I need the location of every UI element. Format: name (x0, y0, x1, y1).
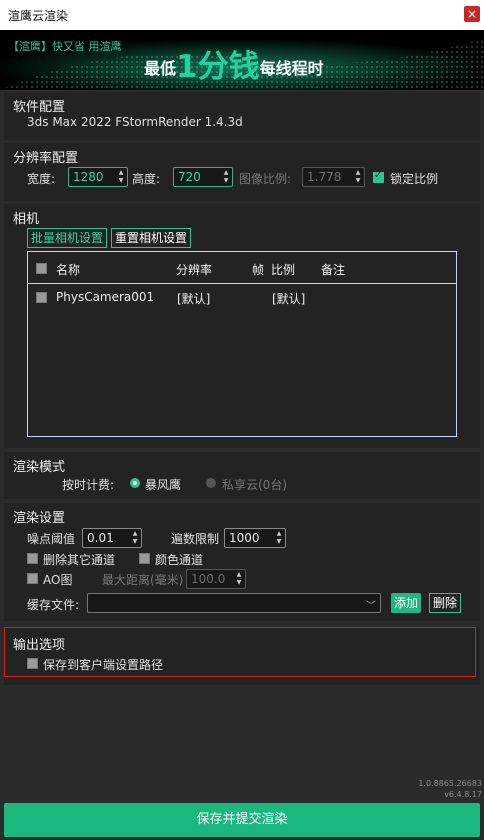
width-label: 宽度: (27, 172, 56, 186)
reset-camera-settings-button[interactable]: 重置相机设置 (111, 228, 192, 248)
resolution-heading: 分辨率配置 (13, 151, 79, 166)
render-mode-heading: 渲染模式 (13, 460, 66, 475)
title-bar: 渲鹰云渲染 × (0, 0, 484, 30)
color-channel-checkbox[interactable] (139, 553, 150, 564)
ratio-value: 1.778 (307, 170, 342, 184)
output-highlight-frame (4, 627, 476, 677)
max-distance-label: 最大距离(毫米) (102, 573, 184, 587)
noise-threshold-value: 0.01 (87, 531, 114, 545)
add-cache-button[interactable]: 添加 (391, 593, 422, 613)
render-settings-heading: 渲染设置 (13, 511, 66, 526)
stepper-arrows-icon[interactable]: ▲ ▼ (354, 169, 362, 185)
table-row[interactable]: PhysCamera001 [默认] [默认] (28, 284, 456, 310)
width-value: 1280 (73, 170, 104, 184)
pass-limit-stepper[interactable]: 1000 ▲ ▼ (224, 528, 286, 548)
camera-ratio: [默认] (272, 292, 306, 306)
column-resolution[interactable]: 分辨率 (176, 261, 212, 278)
camera-name: PhysCamera001 (56, 290, 155, 304)
lock-ratio-checkbox[interactable] (373, 170, 384, 183)
camera-section: 相机 批量相机设置 重置相机设置 名称 分辨率 帧 比例 备注 PhysCame… (4, 204, 480, 448)
software-value: 3ds Max 2022 FStormRender 1.4.3d (27, 115, 243, 129)
window-title: 渲鹰云渲染 (8, 9, 69, 23)
banner-tagline: 【渲鹰】快又省 用渲鹰 (8, 40, 122, 53)
ratio-stepper[interactable]: 1.778 ▲ ▼ (302, 167, 365, 187)
batch-camera-settings-button[interactable]: 批量相机设置 (27, 228, 108, 248)
ao-checkbox[interactable] (27, 573, 38, 584)
stepper-arrows-icon[interactable]: ▲ ▼ (131, 530, 139, 546)
radio-storm-eagle[interactable] (130, 478, 140, 488)
billing-label: 按时计费: (62, 478, 115, 492)
render-mode-section: 渲染模式 按时计费: 暴风鹰 私享云(0台) (4, 452, 480, 499)
resolution-section: 分辨率配置 宽度: 1280 ▲ ▼ 高度: 720 ▲ ▼ 图像比例: 1.778… (4, 143, 480, 201)
noise-threshold-label: 噪点阈值 (27, 532, 76, 546)
camera-table-header: 名称 分辨率 帧 比例 备注 (28, 252, 456, 284)
promo-banner[interactable]: 【渲鹰】快又省 用渲鹰 最低1分钱每线程时 (0, 30, 484, 90)
camera-table: 名称 分辨率 帧 比例 备注 PhysCamera001 [默认] [默认] (27, 251, 457, 437)
app-version: v6.4.8.17 (444, 790, 482, 799)
software-heading: 软件配置 (13, 100, 66, 115)
delete-cache-button[interactable]: 删除 (429, 593, 462, 613)
cache-file-label: 缓存文件: (27, 598, 80, 612)
stepper-arrows-icon[interactable]: ▲ ▼ (117, 169, 125, 185)
close-button[interactable]: × (464, 6, 480, 22)
stepper-arrows-icon[interactable]: ▲ ▼ (275, 530, 283, 546)
width-stepper[interactable]: 1280 ▲ ▼ (68, 167, 128, 187)
camera-heading: 相机 (13, 212, 40, 227)
row-checkbox[interactable] (36, 292, 47, 303)
height-label: 高度: (132, 172, 161, 186)
slogan-price: 1分钱 (176, 49, 260, 85)
column-frame[interactable]: 帧 (252, 261, 264, 278)
max-distance-stepper[interactable]: 100.0 ▲ ▼ (186, 569, 246, 589)
chevron-down-icon[interactable]: ﹀ (366, 597, 376, 612)
ratio-label: 图像比例: (239, 172, 292, 186)
column-note[interactable]: 备注 (321, 261, 345, 278)
slogan-prefix: 最低 (144, 59, 177, 78)
software-section: 软件配置 3ds Max 2022 FStormRender 1.4.3d (4, 92, 480, 140)
height-stepper[interactable]: 720 ▲ ▼ (173, 167, 233, 187)
column-ratio[interactable]: 比例 (271, 261, 295, 278)
column-name[interactable]: 名称 (56, 261, 80, 278)
slogan-suffix: 每线程时 (259, 59, 324, 78)
height-value: 720 (178, 170, 201, 184)
delete-other-channels-label: 删除其它通道 (43, 553, 116, 567)
delete-other-channels-checkbox[interactable] (27, 553, 38, 564)
stepper-arrows-icon[interactable]: ▲ ▼ (222, 169, 230, 185)
stepper-arrows-icon[interactable]: ▲ ▼ (235, 571, 243, 587)
save-and-submit-button[interactable]: 保存并提交渲染 (4, 803, 480, 837)
pass-limit-value: 1000 (229, 531, 260, 545)
radio-private-cloud[interactable] (206, 478, 216, 488)
option-storm-eagle[interactable]: 暴风鹰 (145, 476, 181, 493)
camera-resolution: [默认] (177, 292, 211, 306)
max-distance-value: 100.0 (191, 572, 226, 586)
lock-ratio-label: 锁定比例 (390, 172, 439, 186)
cache-file-dropdown[interactable]: ﹀ (87, 593, 381, 613)
color-channel-label: 颜色通道 (155, 553, 204, 567)
build-version: 1.0.8865.26683 (418, 779, 482, 788)
select-all-checkbox[interactable] (36, 263, 47, 274)
noise-threshold-stepper[interactable]: 0.01 ▲ ▼ (82, 528, 142, 548)
banner-slogan: 最低1分钱每线程时 (144, 41, 324, 86)
option-private-cloud[interactable]: 私享云(0台) (222, 476, 287, 493)
ao-label: AO图 (43, 573, 73, 587)
pass-limit-label: 遍数限制 (171, 532, 220, 546)
render-settings-section: 渲染设置 噪点阈值 0.01 ▲ ▼ 遍数限制 1000 ▲ ▼ 删除其它通道 颜色… (4, 503, 480, 621)
